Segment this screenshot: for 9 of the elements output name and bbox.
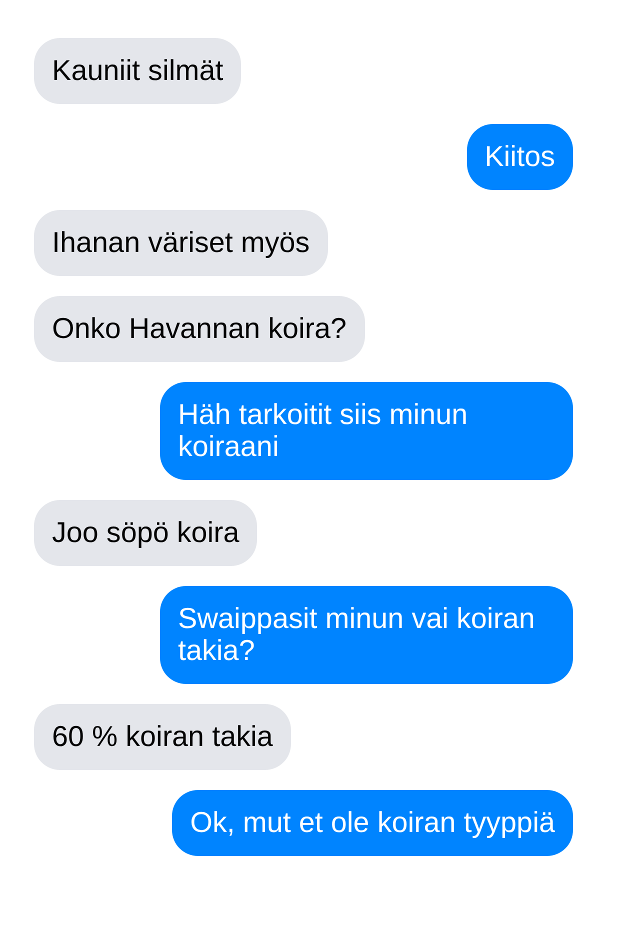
- message-bubble: Ok, mut et ole koiran tyyppiä: [172, 790, 573, 856]
- message-bubble: 60 % koiran takia: [34, 704, 291, 770]
- message-bubble: Kauniit silmät: [34, 38, 242, 104]
- message-bubble: Ihanan väriset myös: [34, 210, 328, 276]
- message-bubble: Swaippasit minun vai koiran takia?: [160, 586, 573, 684]
- message-bubble: Häh tarkoitit siis minun koiraani: [160, 382, 573, 480]
- message-bubble: Onko Havannan koira?: [34, 296, 365, 362]
- message-bubble: Joo söpö koira: [34, 500, 258, 566]
- message-bubble: Kiitos: [466, 124, 573, 190]
